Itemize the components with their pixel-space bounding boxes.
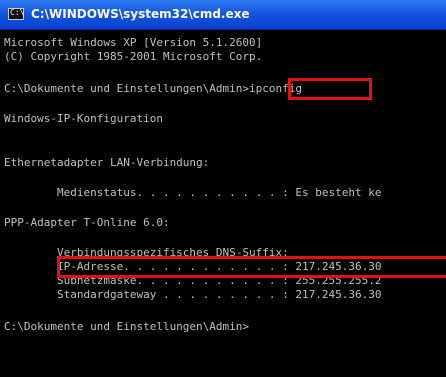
console-line: Microsoft Windows XP [Version 5.1.2600]: [4, 36, 263, 49]
title-bar[interactable]: C:\ C:\WINDOWS\system32\cmd.exe: [0, 0, 446, 30]
console-line: PPP-Adapter T-Online 6.0:: [4, 216, 170, 229]
cmd-icon[interactable]: C:\: [8, 8, 24, 20]
cmd-window: C:\ C:\WINDOWS\system32\cmd.exe Microsof…: [0, 0, 446, 377]
console-line: Medienstatus. . . . . . . . . . . : Es b…: [4, 186, 382, 199]
cmd-prompt-glyph: C:\: [10, 8, 25, 17]
console-line: Ethernetadapter LAN-Verbindung:: [4, 156, 210, 169]
ipconfig-command-highlight: [288, 78, 372, 100]
console-line: Standardgateway . . . . . . . . . : 217.…: [4, 288, 382, 301]
console-line: (C) Copyright 1985-2001 Microsoft Corp.: [4, 50, 263, 63]
console-output[interactable]: Microsoft Windows XP [Version 5.1.2600] …: [0, 30, 446, 377]
console-line: Windows-IP-Konfiguration: [4, 112, 163, 125]
console-line: C:\Dokumente und Einstellungen\Admin>: [4, 320, 250, 333]
console-line: C:\Dokumente und Einstellungen\Admin>ipc…: [4, 82, 303, 95]
window-title: C:\WINDOWS\system32\cmd.exe: [31, 7, 250, 21]
ip-address-highlight: [57, 256, 446, 278]
